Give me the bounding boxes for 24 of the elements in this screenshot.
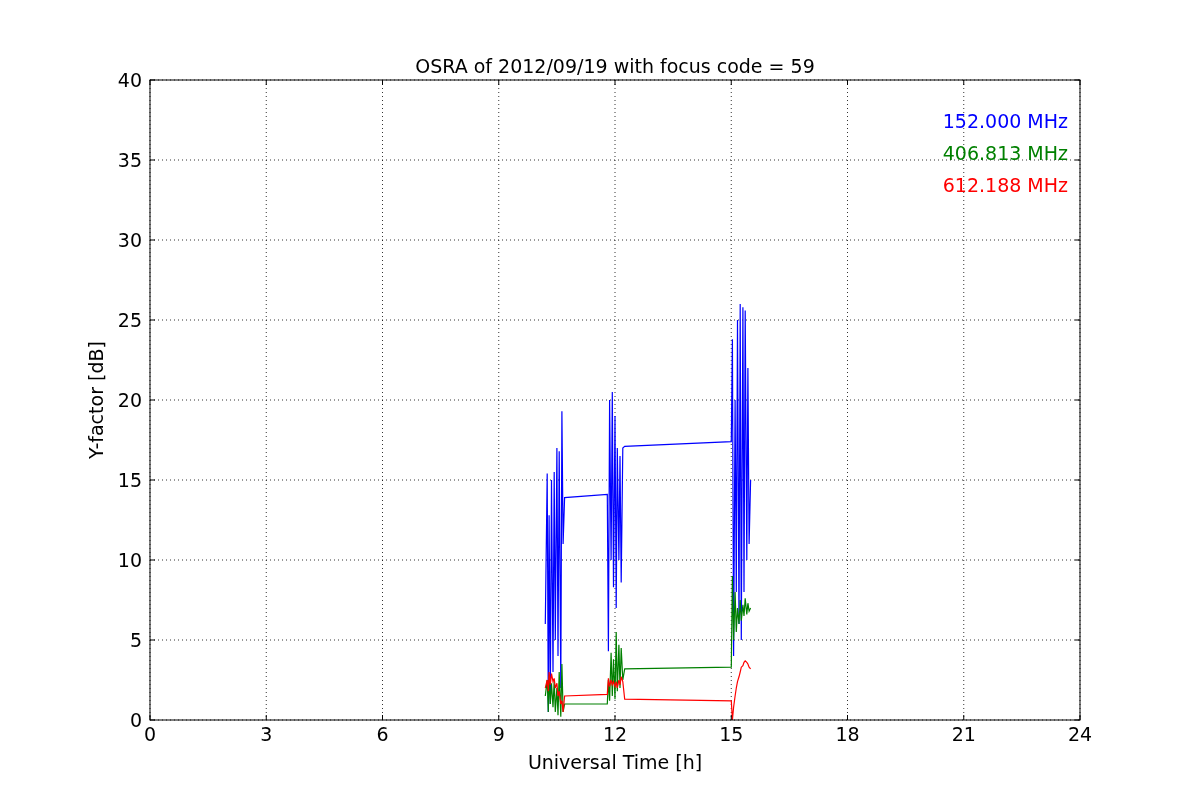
tick-label: 9 <box>492 723 505 745</box>
legend-label: 406.813 MHz <box>942 142 1068 164</box>
chart-title: OSRA of 2012/09/19 with focus code = 59 <box>415 55 815 77</box>
tick-label: 20 <box>117 389 142 411</box>
tick-label: 24 <box>1067 723 1093 745</box>
tick-label: 35 <box>117 149 142 171</box>
y-axis-label: Y-factor [dB] <box>85 341 107 459</box>
tick-label: 15 <box>719 723 744 745</box>
legend-label: 612.188 MHz <box>942 174 1068 196</box>
x-axis-label: Universal Time [h] <box>527 751 703 773</box>
tick-label: 30 <box>117 229 142 251</box>
tick-label: 0 <box>129 709 142 731</box>
tick-label: 3 <box>260 723 273 745</box>
tick-label: 12 <box>602 723 628 745</box>
tick-label: 25 <box>117 309 142 331</box>
tick-label: 18 <box>835 723 860 745</box>
tick-label: 21 <box>951 723 976 745</box>
legend-label: 152.000 MHz <box>942 110 1068 132</box>
tick-label: 0 <box>143 723 157 745</box>
tick-label: 5 <box>129 629 142 651</box>
tick-label: 15 <box>117 469 142 491</box>
tick-label: 40 <box>117 69 142 91</box>
tick-label: 10 <box>117 549 142 571</box>
tick-label: 6 <box>376 723 389 745</box>
